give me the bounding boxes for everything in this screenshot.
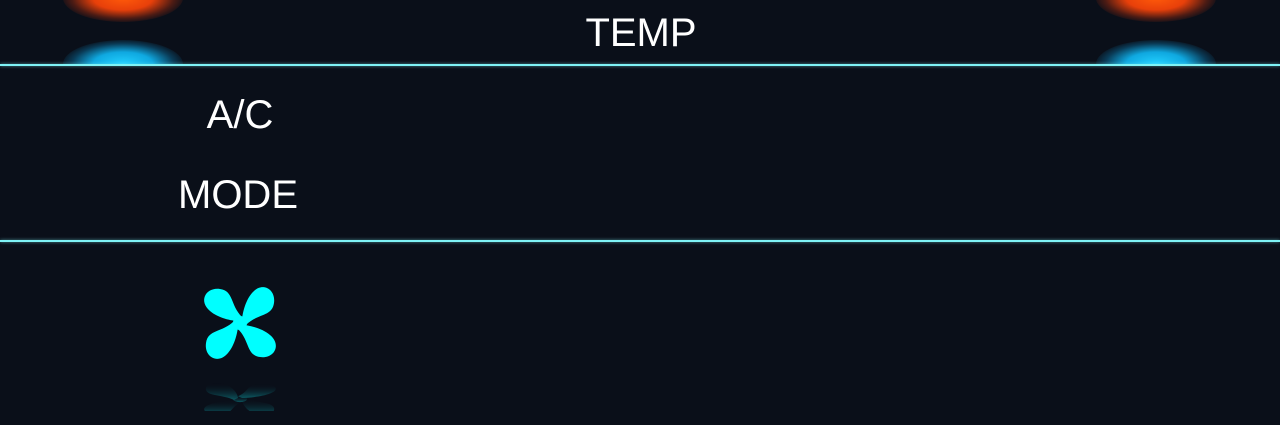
ac-button[interactable]: A/C [140,93,340,137]
temperature-bar: TEMP [0,0,1280,64]
fan-icon [204,287,276,416]
fan-button[interactable] [186,266,296,416]
temperature-control-right[interactable] [1096,0,1216,64]
section-divider [0,64,1280,66]
temperature-down-indicator[interactable] [1096,40,1216,64]
temperature-up-indicator[interactable] [1096,0,1216,22]
temperature-label: TEMP [585,11,697,55]
mode-button[interactable]: MODE [138,173,338,217]
section-divider [0,240,1280,242]
